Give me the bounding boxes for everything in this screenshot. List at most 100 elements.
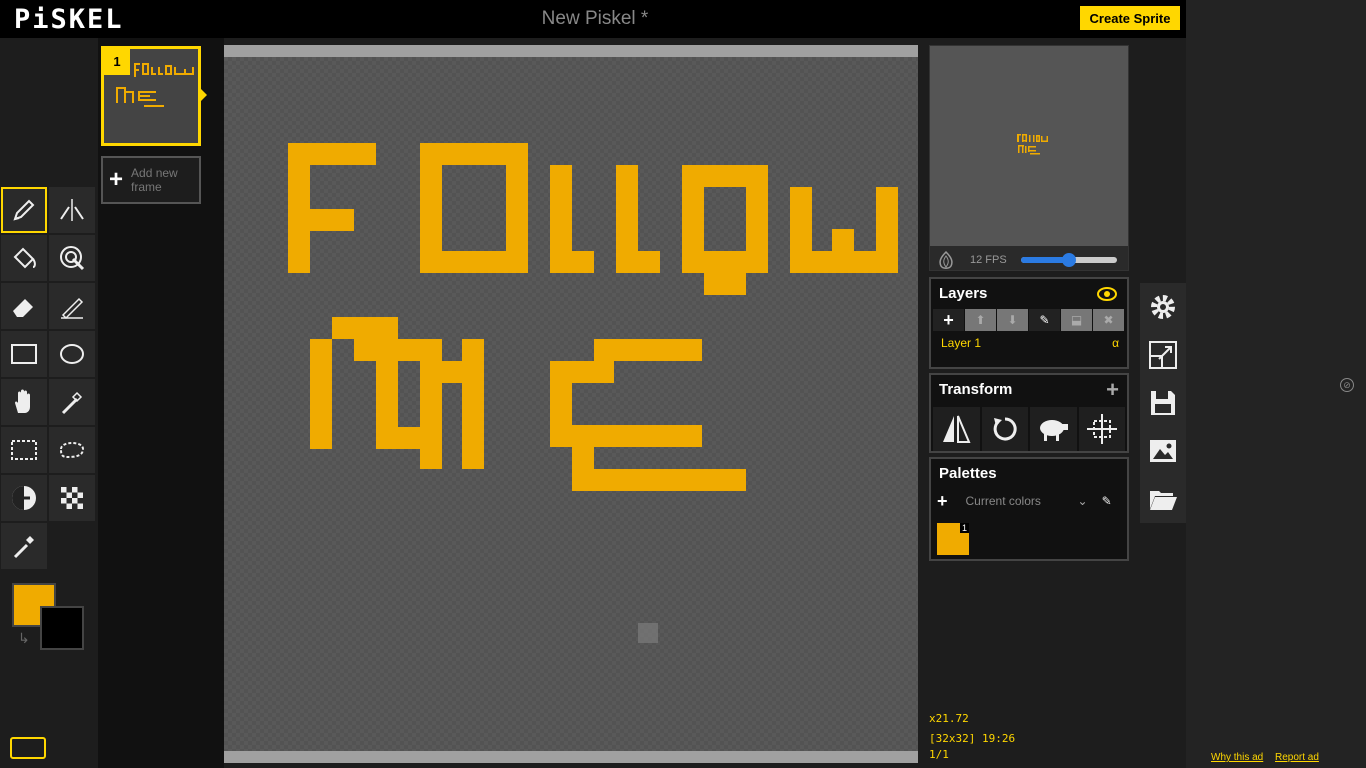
eye-icon[interactable]	[1097, 287, 1117, 301]
mirror-pen-icon	[60, 199, 84, 221]
bucket-icon	[13, 247, 36, 269]
layers-title: Layers	[931, 279, 1127, 309]
layer-toolbar: + ⬆ ⬇ ✎ ⬓ ✖	[931, 309, 1127, 331]
rectangle-selection-tool[interactable]	[1, 427, 47, 473]
chevron-down-icon[interactable]: ⌄	[1078, 494, 1088, 508]
move-tool[interactable]	[1, 379, 47, 425]
import-button[interactable]	[1140, 475, 1186, 523]
layer-name: Layer 1	[941, 336, 982, 350]
rectangle-tool[interactable]	[1, 331, 47, 377]
add-layer-button[interactable]: +	[933, 309, 965, 331]
size-cursor-info: [32x32] 19:26	[929, 732, 1016, 745]
eraser-icon	[13, 299, 33, 317]
top-bar: PiSKEL New Piskel * Create Sprite	[0, 0, 1190, 38]
checkerboard-icon	[61, 487, 83, 509]
circle-tool[interactable]	[49, 331, 95, 377]
settings-sidebar	[1140, 283, 1186, 523]
line-pen-icon	[61, 297, 84, 320]
fps-label: 12 FPS	[970, 254, 1007, 266]
rotate-button[interactable]	[981, 407, 1028, 451]
pencil-icon	[13, 199, 35, 221]
transform-title: Transform +	[931, 375, 1127, 405]
layers-panel: Layers + ⬆ ⬇ ✎ ⬓ ✖ Layer 1 α	[929, 277, 1129, 369]
create-sprite-button[interactable]: Create Sprite	[1080, 6, 1180, 30]
document-title: New Piskel *	[541, 8, 649, 29]
export-button[interactable]	[1140, 427, 1186, 475]
shape-selection-tool[interactable]	[49, 379, 95, 425]
eyedropper-icon	[13, 536, 34, 559]
clone-button[interactable]	[1030, 407, 1077, 451]
transform-panel: Transform +	[929, 373, 1129, 453]
fps-slider[interactable]	[1020, 253, 1117, 267]
preview-canvas[interactable]	[930, 46, 1128, 246]
layer-opacity-button[interactable]: α	[1112, 331, 1119, 355]
floppy-disk-icon	[1151, 391, 1175, 415]
secondary-color-swatch[interactable]	[40, 606, 84, 650]
edit-palette-icon[interactable]: ✎	[1102, 494, 1112, 508]
swap-colors-icon[interactable]: ↳	[18, 630, 30, 647]
fps-slider-handle[interactable]	[1061, 253, 1076, 267]
color-picker-tool[interactable]	[1, 523, 47, 569]
canvas-artwork	[288, 143, 898, 643]
palette-toolbar: + Current colors ⌄ ✎	[931, 489, 1127, 513]
image-icon	[1150, 440, 1176, 462]
delete-layer-button[interactable]: ✖	[1093, 309, 1125, 331]
stroke-tool[interactable]	[49, 283, 95, 329]
magic-wand-icon	[61, 391, 83, 415]
tool-grid	[1, 187, 95, 569]
lighten-tool[interactable]	[1, 475, 47, 521]
lighten-darken-icon	[12, 486, 36, 510]
dithering-tool[interactable]	[49, 475, 95, 521]
adchoices-icon[interactable]: ⊘	[1340, 378, 1354, 392]
rotate-icon	[993, 417, 1017, 441]
vertical-mirror-pen-tool[interactable]	[49, 187, 95, 233]
piskel-app: PiSKEL New Piskel * Create Sprite ↳ 1 + …	[0, 0, 1366, 768]
frame-thumbnail[interactable]: 1	[101, 46, 201, 146]
pen-tool[interactable]	[1, 187, 47, 233]
lasso-selection-tool[interactable]	[49, 427, 95, 473]
merge-layer-button[interactable]: ⬓	[1061, 309, 1093, 331]
target-bucket-icon	[60, 246, 85, 271]
paint-bucket-tool[interactable]	[1, 235, 47, 281]
zoom-level: x21.72	[929, 712, 969, 725]
preview-artwork	[1017, 134, 1048, 155]
move-layer-up-button[interactable]: ⬆	[965, 309, 997, 331]
palettes-panel: Palettes + Current colors ⌄ ✎ 1	[929, 457, 1129, 561]
palette-swatch[interactable]: 1	[937, 523, 969, 555]
transform-buttons	[931, 405, 1127, 453]
frame-counter: 1/1	[929, 748, 949, 761]
transform-title-text: Transform	[939, 381, 1013, 398]
palette-select[interactable]: Current colors	[966, 494, 1078, 508]
align-center-icon	[1086, 414, 1117, 444]
circle-icon	[60, 344, 84, 364]
save-button[interactable]	[1140, 379, 1186, 427]
pixel-canvas[interactable]	[224, 57, 918, 751]
flip-button[interactable]	[933, 407, 980, 451]
rectangle-icon	[11, 344, 37, 364]
why-this-ad-link[interactable]: Why this ad	[1211, 752, 1263, 763]
report-ad-link[interactable]: Report ad	[1275, 752, 1319, 763]
center-button[interactable]	[1078, 407, 1125, 451]
paint-all-same-color-tool[interactable]	[49, 235, 95, 281]
add-palette-button[interactable]: +	[937, 491, 948, 512]
hand-icon	[15, 389, 30, 413]
eraser-tool[interactable]	[1, 283, 47, 329]
palettes-title: Palettes	[939, 465, 997, 482]
drawing-area[interactable]	[224, 45, 918, 763]
move-layer-down-button[interactable]: ⬇	[997, 309, 1029, 331]
frame-number: 1	[104, 49, 130, 75]
settings-button[interactable]	[1140, 283, 1186, 331]
add-frame-button[interactable]: + Add new frame	[101, 156, 201, 204]
flip-icon	[943, 415, 971, 443]
resize-button[interactable]	[1140, 331, 1186, 379]
swatch-index: 1	[959, 523, 969, 533]
transform-expand-icon[interactable]: +	[1106, 375, 1119, 405]
fps-controls: 12 FPS	[930, 248, 1128, 272]
frames-panel: 1 + Add new frame	[98, 38, 224, 768]
edit-layer-button[interactable]: ✎	[1029, 309, 1061, 331]
plus-icon: +	[109, 166, 124, 193]
onion-skin-icon[interactable]	[936, 250, 956, 270]
layer-item[interactable]: Layer 1 α	[931, 331, 1127, 355]
keyboard-shortcuts-icon[interactable]	[10, 737, 46, 759]
ad-area	[1186, 0, 1366, 768]
